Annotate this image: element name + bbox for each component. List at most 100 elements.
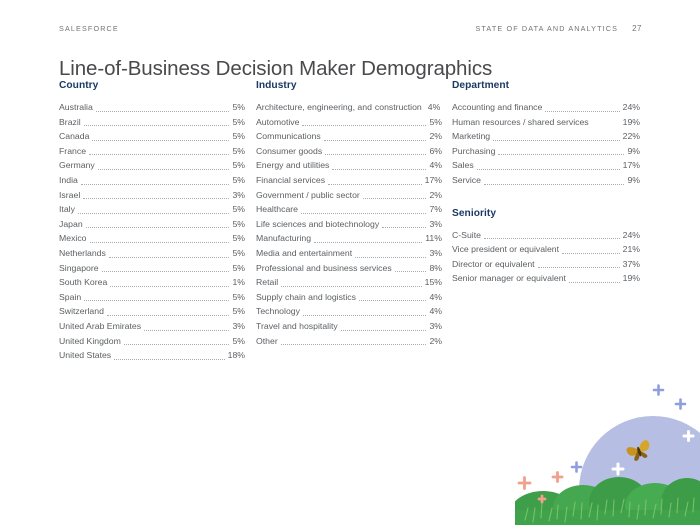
stat-label: United States bbox=[59, 350, 112, 361]
stat-label: Media and entertainment bbox=[256, 247, 353, 258]
section-heading-department: Department bbox=[452, 80, 510, 91]
section-heading-seniority: Seniority bbox=[452, 207, 497, 219]
butterfly-icon bbox=[626, 440, 650, 461]
stat-value: 15% bbox=[424, 277, 442, 288]
stat-row: United States 18% bbox=[59, 348, 245, 363]
leader-dots bbox=[314, 241, 423, 243]
stat-label: Director or equivalent bbox=[452, 258, 535, 269]
column-department-seniority: Department Accounting and finance 24% Huma… bbox=[452, 80, 648, 363]
stat-label: Marketing bbox=[452, 131, 491, 142]
stat-value: 3% bbox=[232, 320, 245, 331]
leader-dots bbox=[108, 256, 230, 258]
stat-label: United Arab Emirates bbox=[59, 320, 142, 331]
leader-dots bbox=[382, 226, 427, 229]
stat-label: United Kingdom bbox=[59, 335, 121, 346]
sparkle-blue-icon bbox=[570, 384, 687, 473]
stat-row: Marketing 22% bbox=[452, 129, 640, 144]
section-heading-industry: Industry bbox=[256, 80, 297, 91]
stat-label: Germany bbox=[59, 160, 95, 171]
stat-value: 21% bbox=[622, 244, 640, 255]
leader-dots bbox=[302, 124, 427, 127]
stat-label: Italy bbox=[59, 204, 75, 215]
stat-row: Life sciences and biotechnology 3% bbox=[256, 217, 442, 232]
stat-row: Media and entertainment 3% bbox=[256, 246, 442, 261]
stat-value: 4% bbox=[429, 291, 442, 302]
stat-label: Japan bbox=[59, 218, 83, 229]
stat-row: C-Suite 24% bbox=[452, 228, 640, 243]
stat-row: Spain 5% bbox=[59, 290, 245, 305]
stat-value: 5% bbox=[429, 116, 442, 127]
stat-label: Life sciences and biotechnology bbox=[256, 218, 380, 229]
leader-dots bbox=[123, 343, 230, 346]
stat-row: Government / public sector 2% bbox=[256, 188, 442, 203]
leader-dots bbox=[568, 281, 620, 283]
stat-value: 5% bbox=[232, 233, 245, 244]
section-heading-country: Country bbox=[59, 80, 99, 91]
stat-label: Vice president or equivalent bbox=[452, 244, 560, 255]
leader-dots bbox=[358, 299, 427, 302]
stat-value: 37% bbox=[622, 258, 640, 269]
stat-row: Japan 5% bbox=[59, 217, 245, 232]
running-head-text: STATE OF DATA AND ANALYTICS bbox=[475, 24, 619, 33]
stat-label: Government / public sector bbox=[256, 189, 360, 200]
stats-columns: Country Australia 5% Brazil 5% Canada 5% Franc… bbox=[59, 80, 643, 363]
stat-value: 1% bbox=[232, 277, 245, 288]
leader-dots bbox=[114, 358, 225, 360]
leader-dots bbox=[110, 285, 230, 287]
stat-value: 11% bbox=[425, 233, 442, 244]
leader-dots bbox=[340, 329, 427, 331]
stat-row: Healthcare 7% bbox=[256, 202, 442, 217]
leader-dots bbox=[483, 237, 620, 240]
stat-value: 3% bbox=[429, 218, 442, 229]
leader-dots bbox=[80, 183, 230, 185]
stat-value: 3% bbox=[429, 247, 442, 258]
stat-value: 5% bbox=[232, 145, 245, 156]
stat-value: 7% bbox=[429, 204, 442, 215]
stat-row: Mexico 5% bbox=[59, 231, 245, 246]
stat-row: Brazil 5% bbox=[59, 115, 245, 130]
green-bushes bbox=[515, 477, 700, 525]
stat-value: 5% bbox=[232, 218, 245, 229]
column-country: Country Australia 5% Brazil 5% Canada 5% Franc… bbox=[59, 80, 255, 363]
sparkle-white-icon bbox=[611, 430, 695, 476]
stat-label: Senior manager or equivalent bbox=[452, 273, 566, 284]
leader-dots bbox=[280, 343, 427, 346]
stat-value: 17% bbox=[424, 174, 442, 185]
leader-dots bbox=[323, 139, 427, 141]
stat-label: Other bbox=[256, 335, 278, 346]
stat-value: 2% bbox=[429, 131, 442, 142]
leader-dots bbox=[592, 125, 620, 126]
stat-row: Energy and utilities 4% bbox=[256, 158, 442, 173]
sparkle-coral-icon bbox=[517, 471, 564, 504]
leader-dots bbox=[476, 168, 620, 170]
stat-value: 3% bbox=[232, 189, 245, 200]
stat-row: Financial services 17% bbox=[256, 173, 442, 188]
stat-label: Healthcare bbox=[256, 204, 299, 215]
stat-value: 5% bbox=[232, 102, 245, 112]
stat-row: Automotive 5% bbox=[256, 115, 442, 130]
stat-value: 18% bbox=[227, 350, 245, 361]
stat-row: Professional and business services 8% bbox=[256, 261, 442, 276]
page-number: 27 bbox=[632, 24, 642, 33]
stat-label: Manufacturing bbox=[256, 233, 312, 244]
stat-label: Sales bbox=[452, 160, 474, 171]
leader-dots bbox=[85, 226, 230, 229]
stat-label: Purchasing bbox=[452, 145, 496, 156]
page-title: Line-of-Business Decision Maker Demograp… bbox=[59, 56, 493, 80]
stat-label: Brazil bbox=[59, 116, 81, 127]
stat-value: 19% bbox=[622, 273, 640, 284]
leader-dots bbox=[89, 241, 230, 243]
page-canvas: SALESFORCE STATE OF DATA AND ANALYTICS 2… bbox=[0, 0, 700, 525]
stat-label: Human resources / shared services bbox=[452, 116, 589, 127]
leader-dots bbox=[281, 285, 422, 287]
stat-label: Supply chain and logistics bbox=[256, 291, 356, 302]
stat-row: Sales 17% bbox=[452, 158, 640, 173]
stat-row: Singapore 5% bbox=[59, 261, 245, 276]
leader-dots bbox=[83, 197, 230, 200]
column-industry: Industry Architecture, engineering, and c… bbox=[255, 80, 452, 363]
stat-label: Architecture, engineering, and bbox=[256, 102, 372, 112]
stat-row: Manufacturing 11% bbox=[256, 231, 442, 246]
stat-label: Netherlands bbox=[59, 247, 106, 258]
leader-dots bbox=[355, 256, 427, 258]
stat-label: Australia bbox=[59, 102, 93, 112]
